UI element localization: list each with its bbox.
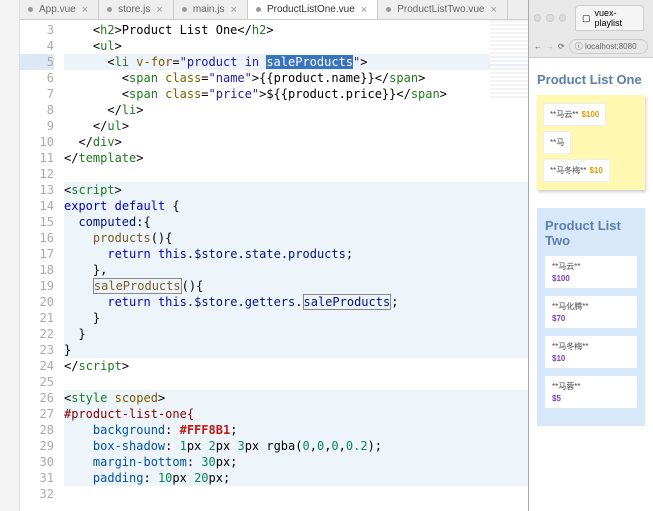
close-icon[interactable]: × [231, 4, 237, 16]
code-editor[interactable]: 3456789101112131415161718192021222324252… [20, 20, 528, 511]
activity-bar [0, 0, 20, 511]
traffic-close-icon[interactable] [534, 14, 541, 22]
forward-icon[interactable]: → [546, 42, 554, 51]
tab-app[interactable]: App.vue× [20, 0, 99, 19]
list-item: **马冬梅**$10 [545, 336, 637, 368]
editor-pane: App.vue× store.js× main.js× ProductListO… [20, 0, 528, 511]
browser-pane: ▢ vuex-playlist ← → ⟳ ⓘ localhost:8080 P… [528, 0, 653, 511]
traffic-max-icon[interactable] [559, 14, 566, 22]
list-item: **马云**$100 [543, 103, 606, 126]
tab-store[interactable]: store.js× [99, 0, 174, 19]
close-icon[interactable]: × [82, 4, 88, 16]
list-item: **马化腾**$70 [545, 296, 637, 328]
address-bar-row: ← → ⟳ ⓘ localhost:8080 [529, 36, 653, 57]
browser-viewport: Product List One **马云**$100 **马 **马冬梅**$… [529, 58, 653, 434]
tab-main[interactable]: main.js× [174, 0, 248, 19]
product-list-two: Product List Two **马云**$100 **马化腾**$70 *… [537, 208, 645, 426]
code-content[interactable]: <h2>Product List One</h2> <ul> <li v-for… [60, 20, 528, 511]
product-list-one: **马云**$100 **马 **马冬梅**$10 [537, 95, 645, 190]
list-item: **马蓉**$5 [545, 376, 637, 408]
list-item: **马云**$100 [545, 256, 637, 288]
window-controls: ▢ vuex-playlist [529, 0, 653, 36]
close-icon[interactable]: × [361, 4, 367, 16]
editor-tabs: App.vue× store.js× main.js× ProductListO… [20, 0, 528, 20]
back-icon[interactable]: ← [534, 42, 542, 51]
list-item: **马 [543, 131, 571, 154]
list-one-title: Product List One [537, 72, 645, 87]
browser-tab[interactable]: ▢ vuex-playlist [575, 5, 644, 31]
list-item: **马冬梅**$10 [543, 159, 610, 182]
close-icon[interactable]: × [490, 4, 496, 16]
line-gutter: 3456789101112131415161718192021222324252… [20, 20, 60, 511]
tab-productlisttwo[interactable]: ProductListTwo.vue× [378, 0, 508, 19]
page-icon: ▢ [582, 13, 591, 24]
tab-productlistone[interactable]: ProductListOne.vue× [248, 0, 378, 19]
list-two-title: Product List Two [545, 218, 637, 248]
close-icon[interactable]: × [156, 4, 162, 16]
minimap[interactable] [490, 20, 528, 100]
browser-tab-title: vuex-playlist [595, 8, 638, 28]
reload-icon[interactable]: ⟳ [558, 42, 565, 51]
traffic-min-icon[interactable] [546, 14, 553, 22]
address-bar[interactable]: ⓘ localhost:8080 [569, 39, 648, 54]
browser-chrome: ▢ vuex-playlist ← → ⟳ ⓘ localhost:8080 [529, 0, 653, 58]
